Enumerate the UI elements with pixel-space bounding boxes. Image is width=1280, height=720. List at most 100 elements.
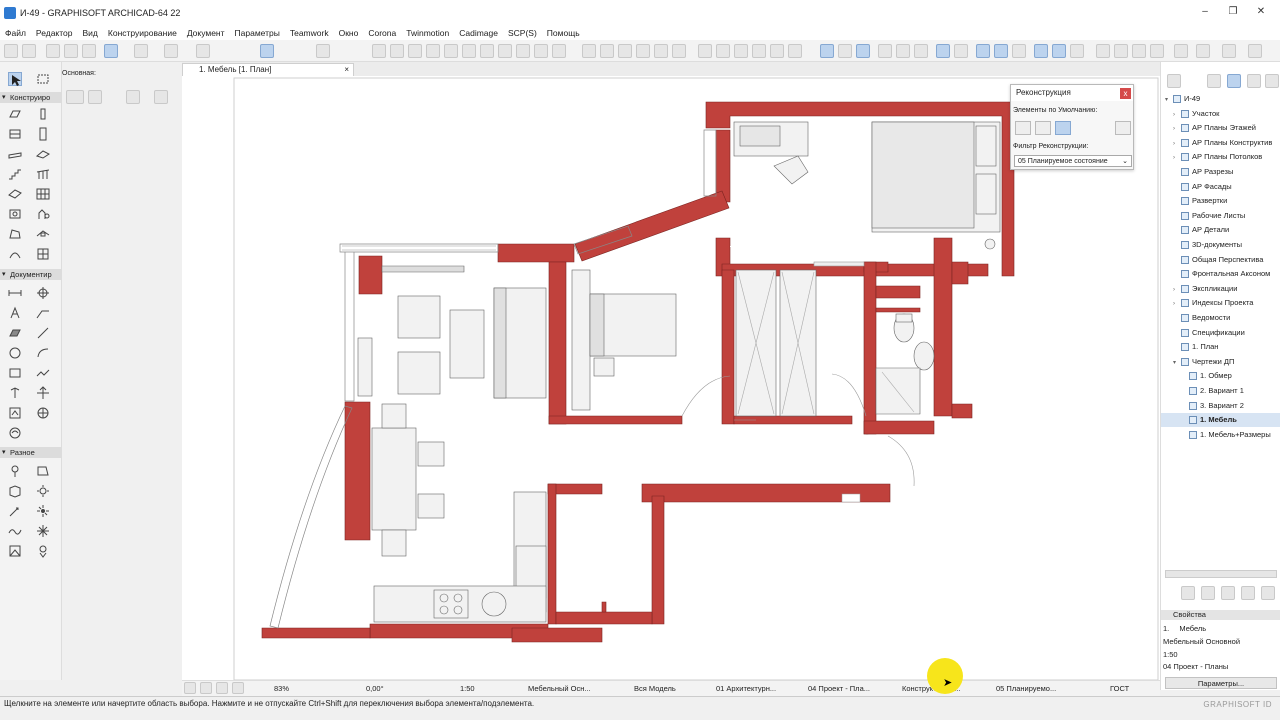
beam-tool-icon[interactable] — [8, 127, 22, 141]
navigator-item[interactable]: Фронтальная Аксоном — [1161, 267, 1280, 281]
line-tool-icon[interactable] — [36, 326, 50, 340]
drawing-tool-icon[interactable] — [36, 366, 50, 380]
clone-folder-icon[interactable] — [1221, 586, 1235, 600]
skylight-tool-icon[interactable] — [36, 227, 50, 241]
menu-twinmotion[interactable]: Twinmotion — [401, 28, 454, 38]
dimension-tool-icon[interactable] — [8, 286, 22, 300]
redo-icon[interactable] — [22, 44, 36, 58]
tree-toggle-icon[interactable]: › — [1173, 283, 1181, 297]
navigator-item[interactable]: 2. Вариант 1 — [1161, 384, 1280, 398]
renovation-settings-icon[interactable] — [1115, 121, 1131, 135]
navigator-publisher-icon[interactable] — [1247, 74, 1261, 88]
renovation-filter-quick[interactable]: 05 Планируемо... — [996, 683, 1060, 695]
inject-icon[interactable] — [64, 44, 78, 58]
group-icon[interactable] — [618, 44, 632, 58]
fill-tool-icon[interactable] — [8, 326, 22, 340]
publish-icon[interactable] — [1222, 44, 1236, 58]
guide-line-icon[interactable] — [104, 44, 118, 58]
radial-dimension-icon[interactable] — [8, 504, 22, 518]
close-icon[interactable]: ✕ — [1254, 6, 1268, 20]
menu-cadimage[interactable]: Cadimage — [454, 28, 503, 38]
navigator-item[interactable]: АР Фасады — [1161, 180, 1280, 194]
adjust-icon[interactable] — [390, 44, 404, 58]
display-order-icon[interactable] — [752, 44, 766, 58]
object-tool-icon[interactable] — [36, 207, 50, 221]
scale-value[interactable]: 1:50 — [460, 683, 500, 695]
fill-display-icon[interactable] — [954, 44, 968, 58]
menu-document[interactable]: Документ — [182, 28, 230, 38]
hotspot-tool-icon[interactable] — [36, 524, 50, 538]
rotate-view-icon[interactable] — [126, 90, 140, 104]
rotate-icon[interactable] — [516, 44, 530, 58]
tree-toggle-icon[interactable]: › — [1173, 137, 1181, 151]
trace-icon[interactable] — [770, 44, 784, 58]
circle-tool-icon[interactable] — [8, 346, 22, 360]
zoom-icon[interactable] — [1070, 44, 1084, 58]
camera-tool-icon[interactable] — [36, 504, 50, 518]
view-2d-icon[interactable] — [820, 44, 834, 58]
detail-tool-icon[interactable] — [36, 406, 50, 420]
grid-tool-icon[interactable] — [36, 544, 50, 558]
tree-toggle-icon[interactable]: › — [1173, 151, 1181, 165]
level-dimension-icon[interactable] — [36, 286, 50, 300]
properties-settings-button[interactable]: Параметры... — [1165, 677, 1277, 689]
corner-window-icon[interactable] — [8, 484, 22, 498]
tree-toggle-icon[interactable]: › — [1173, 122, 1181, 136]
selection-icon[interactable] — [260, 44, 274, 58]
lamp-tool-icon[interactable] — [8, 464, 22, 478]
geometry-method-icon[interactable] — [88, 90, 102, 104]
slab-tool-icon[interactable] — [8, 147, 22, 161]
navigator-item[interactable]: ▾ Чертежи ДП — [1161, 355, 1280, 369]
cut-plane-icon[interactable] — [1034, 44, 1048, 58]
stretch-icon[interactable] — [480, 44, 494, 58]
window-tool-icon[interactable] — [36, 247, 50, 261]
menu-help[interactable]: Помощь — [542, 28, 585, 38]
railing-tool-icon[interactable] — [36, 167, 50, 181]
zoom-out-icon[interactable] — [1132, 44, 1146, 58]
existing-status-icon[interactable] — [1015, 121, 1031, 135]
snap-guides-icon[interactable] — [134, 44, 148, 58]
column-tool-icon[interactable] — [36, 107, 50, 121]
redo-zoom-icon[interactable] — [200, 682, 212, 694]
text-tool-icon[interactable] — [8, 306, 22, 320]
wall-tool-icon[interactable] — [8, 107, 22, 121]
dimension-standard[interactable]: ГОСТ — [1110, 683, 1140, 695]
elevation-tool-icon[interactable] — [36, 386, 50, 400]
delete-icon[interactable] — [1261, 586, 1275, 600]
properties-scale[interactable]: 1:50 — [1163, 650, 1178, 659]
navigator-item[interactable]: 3. Вариант 2 — [1161, 399, 1280, 413]
menu-file[interactable]: Файл — [0, 28, 31, 38]
align-icon[interactable] — [582, 44, 596, 58]
zone-tool-icon[interactable] — [8, 207, 22, 221]
menu-options[interactable]: Параметры — [230, 28, 285, 38]
offset-icon[interactable] — [462, 44, 476, 58]
navigator-item[interactable]: Ведомости — [1161, 311, 1280, 325]
label-tool-icon[interactable] — [36, 306, 50, 320]
drag-icon[interactable] — [498, 44, 512, 58]
navigator-project-map-icon[interactable] — [1167, 74, 1181, 88]
selection-method-icon[interactable] — [66, 90, 84, 104]
visual-override-icon[interactable] — [1012, 44, 1026, 58]
layer-combination-select[interactable]: Мебельный Осн... — [528, 683, 596, 695]
lock-icon[interactable] — [654, 44, 668, 58]
navigator-item[interactable]: Рабочие Листы — [1161, 209, 1280, 223]
tab-close-icon[interactable]: × — [344, 64, 349, 76]
renovation-close-icon[interactable]: x — [1120, 88, 1131, 99]
pen-set-select[interactable]: 01 Архитектурн... — [716, 683, 788, 695]
tool-category-document[interactable]: Документир — [0, 269, 62, 280]
model-view-options-select[interactable]: 04 Проект - Пла... — [808, 683, 874, 695]
menu-edit[interactable]: Редактор — [31, 28, 78, 38]
view-3d-icon[interactable] — [838, 44, 852, 58]
fillet-icon[interactable] — [426, 44, 440, 58]
model-display-icon[interactable] — [994, 44, 1008, 58]
tree-toggle-icon[interactable]: › — [1173, 108, 1181, 122]
menu-window[interactable]: Окно — [334, 28, 364, 38]
tree-toggle-icon[interactable]: › — [1173, 297, 1181, 311]
elevation-icon[interactable] — [896, 44, 910, 58]
orbit-icon[interactable] — [1174, 44, 1188, 58]
unlock-icon[interactable] — [672, 44, 686, 58]
model-view-select[interactable]: Вся Модель — [634, 683, 694, 695]
tree-toggle-icon[interactable]: ▾ — [1165, 93, 1173, 107]
tool-category-design[interactable]: Конструиро — [0, 92, 62, 103]
interior-elevation-icon[interactable] — [914, 44, 928, 58]
